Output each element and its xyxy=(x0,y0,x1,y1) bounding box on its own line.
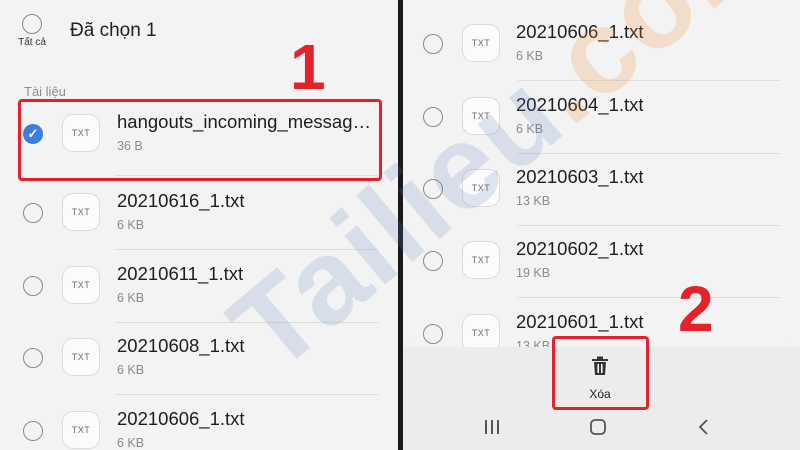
txt-file-icon: TXT xyxy=(62,266,100,304)
txt-file-icon: TXT xyxy=(62,411,100,449)
file-name: 20210602_1.txt xyxy=(516,238,644,259)
file-size: 6 KB xyxy=(117,363,145,377)
file-list: TXT 20210606_1.txt 6 KB TXT 20210604_1.t… xyxy=(403,0,800,347)
left-screen: Tất cả Đã chọn 1 Tài liệu ✓ TXT hangouts… xyxy=(0,0,398,450)
file-select-radio[interactable] xyxy=(23,421,43,441)
file-select-radio[interactable] xyxy=(23,276,43,296)
file-row[interactable]: TXT 20210608_1.txt 6 KB xyxy=(0,322,398,394)
file-row[interactable]: TXT 20210616_1.txt 6 KB xyxy=(0,177,398,249)
txt-file-icon: TXT xyxy=(462,241,500,279)
file-size: 6 KB xyxy=(516,122,544,136)
file-name: 20210606_1.txt xyxy=(117,408,245,429)
check-icon[interactable]: ✓ xyxy=(23,124,43,144)
txt-file-icon: TXT xyxy=(462,24,500,62)
txt-file-icon: TXT xyxy=(62,114,100,152)
file-name: 20210604_1.txt xyxy=(516,94,644,115)
divider xyxy=(115,175,378,176)
file-row[interactable]: TXT 20210611_1.txt 6 KB xyxy=(0,250,398,322)
file-select-radio[interactable] xyxy=(423,324,443,344)
file-row[interactable]: TXT 20210602_1.txt 19 KB xyxy=(403,225,800,297)
file-row[interactable]: ✓ TXT hangouts_incoming_messag… 36 B xyxy=(0,98,398,170)
file-name: 20210603_1.txt xyxy=(516,166,644,187)
step-number-2: 2 xyxy=(678,273,714,345)
txt-file-icon: TXT xyxy=(62,338,100,376)
back-icon[interactable] xyxy=(695,418,713,441)
home-icon[interactable] xyxy=(589,418,607,441)
select-all-radio[interactable] xyxy=(22,14,42,34)
recents-icon[interactable] xyxy=(483,418,501,441)
file-size: 6 KB xyxy=(117,436,145,450)
txt-file-icon: TXT xyxy=(462,97,500,135)
txt-file-icon: TXT xyxy=(62,193,100,231)
trash-icon xyxy=(592,356,608,375)
file-size: 13 KB xyxy=(516,194,551,208)
delete-label: Xóa xyxy=(589,387,611,401)
section-label-documents: Tài liệu xyxy=(24,84,66,99)
file-size: 13 KB xyxy=(516,339,551,347)
step-number-1: 1 xyxy=(290,31,326,103)
file-size: 19 KB xyxy=(516,266,551,280)
file-name: 20210611_1.txt xyxy=(117,263,244,284)
file-size: 36 B xyxy=(117,139,143,153)
file-row[interactable]: TXT 20210604_1.txt 6 KB xyxy=(403,81,800,153)
file-row[interactable]: TXT 20210603_1.txt 13 KB xyxy=(403,153,800,225)
file-select-radio[interactable] xyxy=(23,203,43,223)
select-all-toggle[interactable]: Tất cả xyxy=(14,14,50,48)
file-name: hangouts_incoming_messag… xyxy=(117,111,372,132)
file-select-radio[interactable] xyxy=(423,34,443,54)
file-size: 6 KB xyxy=(117,291,145,305)
file-size: 6 KB xyxy=(117,218,145,232)
file-name: 20210616_1.txt xyxy=(117,190,245,211)
selection-count-title: Đã chọn 1 xyxy=(70,20,157,41)
file-select-radio[interactable] xyxy=(423,179,443,199)
select-all-label: Tất cả xyxy=(18,37,46,48)
txt-file-icon: TXT xyxy=(462,169,500,207)
delete-button[interactable]: Xóa xyxy=(554,338,646,408)
file-name: 20210606_1.txt xyxy=(516,21,644,42)
file-name: 20210608_1.txt xyxy=(117,335,245,356)
file-row[interactable]: TXT 20210606_1.txt 6 KB xyxy=(0,395,398,450)
file-select-radio[interactable] xyxy=(423,107,443,127)
file-row[interactable]: TXT 20210606_1.txt 6 KB xyxy=(403,8,800,80)
file-size: 6 KB xyxy=(516,49,544,63)
file-select-radio[interactable] xyxy=(23,348,43,368)
file-name: 20210601_1.txt xyxy=(516,311,644,332)
txt-file-icon: TXT xyxy=(462,314,500,347)
file-select-radio[interactable] xyxy=(423,251,443,271)
